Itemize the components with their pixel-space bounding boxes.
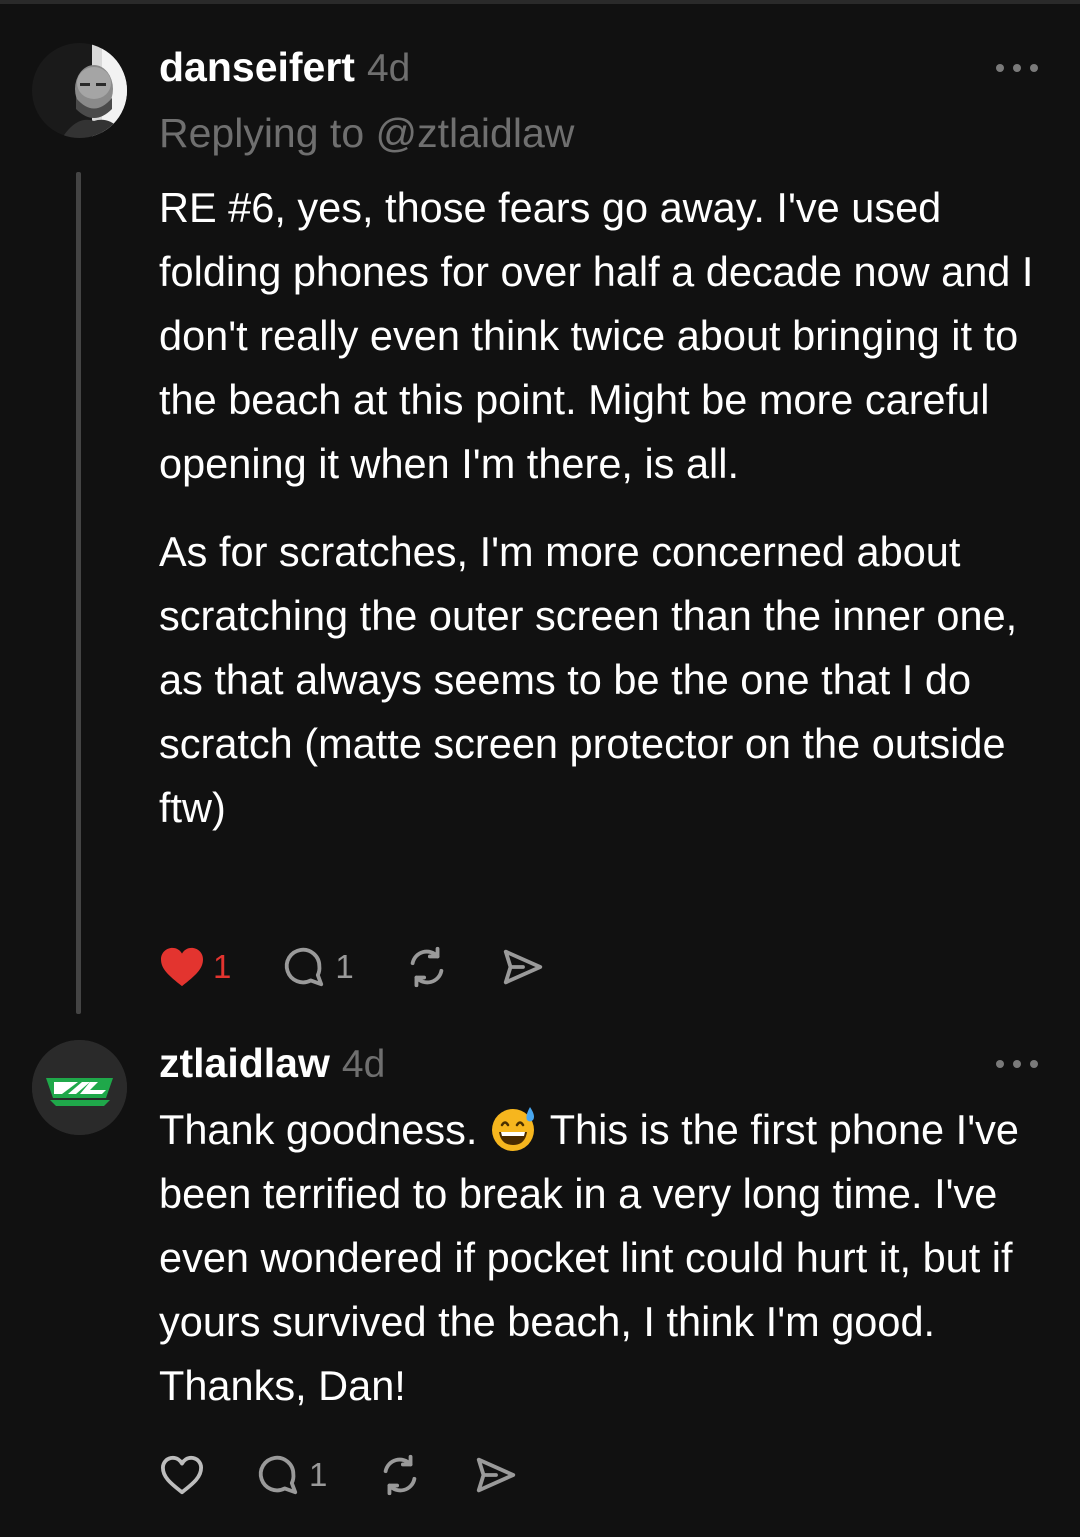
replying-to-label[interactable]: Replying to @ztlaidlaw [159,110,574,157]
like-count: 1 [213,948,232,985]
heart-filled-icon [161,947,203,987]
comment-body: RE #6, yes, those fears go away. I've us… [159,176,1059,864]
username[interactable]: ztlaidlaw [159,1040,330,1087]
heart-outline-icon [161,1455,203,1495]
share-send-icon [503,949,542,985]
more-dot-icon [1013,64,1021,72]
avatar[interactable] [32,43,127,138]
comment-bubble-icon [285,947,324,987]
thread-line [76,172,81,1014]
avatar[interactable] [32,1040,127,1135]
share-button[interactable] [473,1452,519,1498]
comment-paragraph: As for scratches, I'm more concerned abo… [159,528,1018,831]
comment-bubble-icon [258,1455,298,1495]
grinning-face-with-sweat-emoji-icon [491,1107,534,1151]
reply-count: 1 [309,1456,328,1493]
like-button[interactable]: 1 [159,946,231,988]
restack-icon [384,1454,417,1496]
reply-count: 1 [335,948,354,985]
like-button[interactable] [159,1454,205,1496]
user-photo-avatar-icon [32,43,127,138]
share-send-icon [477,1457,516,1493]
restack-icon [410,946,444,988]
comment-paragraph: Thank goodness. This is the first phone … [159,1098,1059,1418]
timestamp[interactable]: 4d [342,1043,385,1087]
comment-ztlaidlaw: ztlaidlaw 4d Thank goodness. This is the… [0,1020,1080,1537]
reply-button[interactable]: 1 [255,1452,327,1498]
zl-logo-avatar-icon [32,1040,127,1135]
more-dot-icon [1030,64,1038,72]
comment-actions: 1 1 [159,942,596,992]
more-dot-icon [996,1060,1004,1068]
username[interactable]: danseifert [159,44,355,91]
more-dot-icon [1013,1060,1021,1068]
share-button[interactable] [500,944,546,990]
comment-body: Thank goodness. This is the first phone … [159,1098,1059,1442]
timestamp[interactable]: 4d [367,47,410,91]
restack-button[interactable] [404,944,450,990]
comment-header: ztlaidlaw 4d [159,1040,385,1087]
more-options-button[interactable] [996,62,1038,74]
comment-header: danseifert 4d [159,44,410,91]
more-dot-icon [1030,1060,1038,1068]
restack-button[interactable] [377,1452,423,1498]
comment-paragraph: RE #6, yes, those fears go away. I've us… [159,184,1034,487]
reply-button[interactable]: 1 [281,944,354,990]
comment-text: Thank goodness. [159,1106,489,1153]
more-options-button[interactable] [996,1058,1038,1070]
more-dot-icon [996,64,1004,72]
comment-danseifert: danseifert 4d Replying to @ztlaidlaw RE … [0,0,1080,1020]
comment-actions: 1 [159,1450,569,1500]
